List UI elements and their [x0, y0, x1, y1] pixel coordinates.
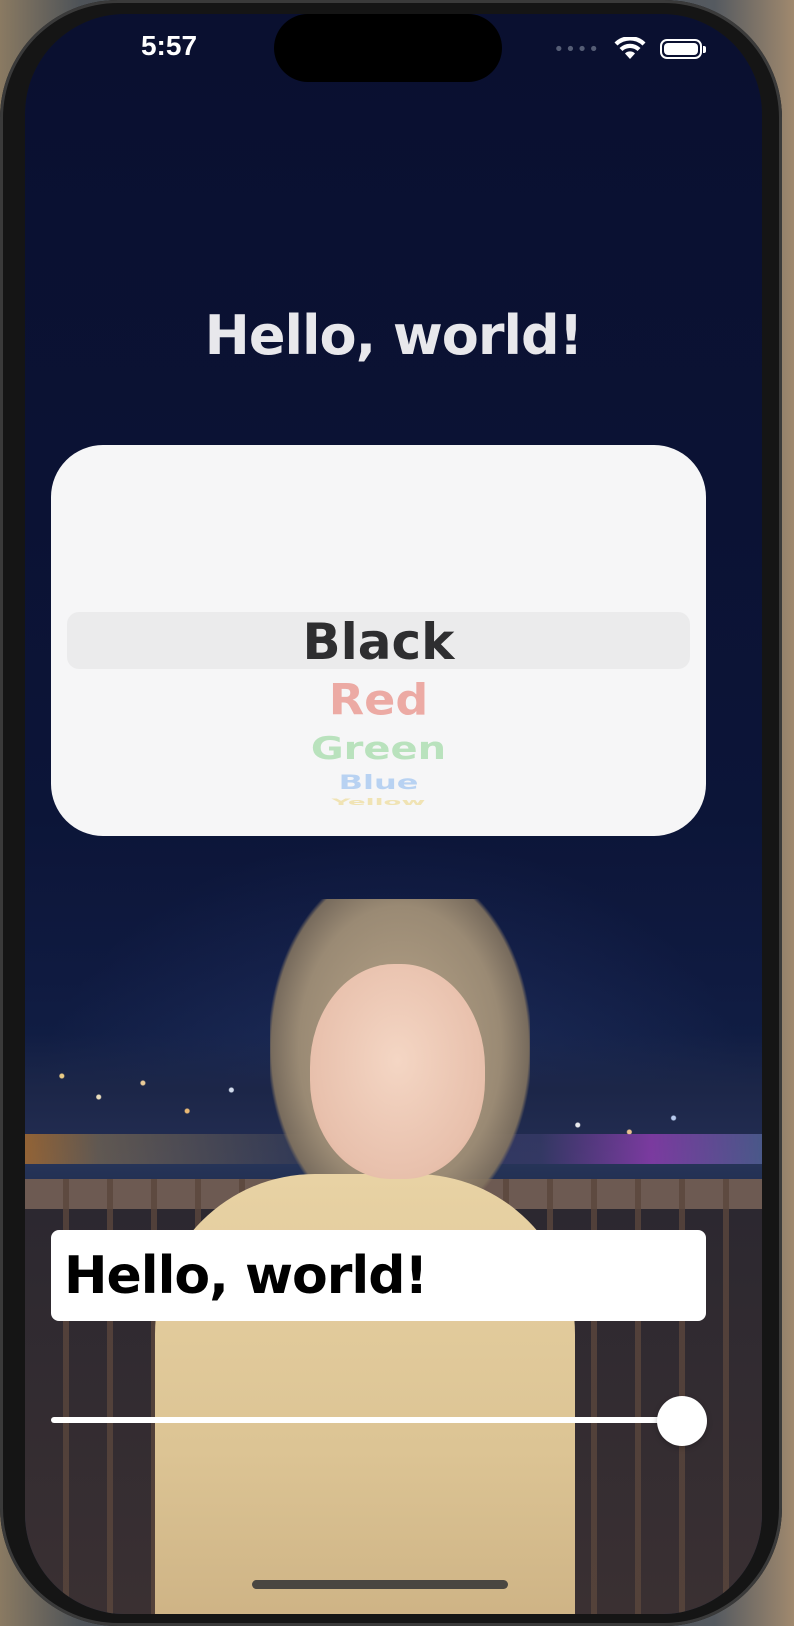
dynamic-island: [274, 14, 502, 82]
phone-frame: 5:57 •••• Hello, world! Black Red Green …: [0, 0, 782, 1626]
picker-option-red[interactable]: Red: [51, 675, 706, 725]
picker-option-black[interactable]: Black: [51, 613, 706, 671]
picker-option-blue[interactable]: Blue: [51, 770, 706, 794]
text-input-field[interactable]: Hello, world!: [51, 1230, 706, 1321]
wifi-icon: [614, 37, 646, 59]
slider-track[interactable]: [51, 1417, 681, 1423]
slider-thumb[interactable]: [657, 1396, 707, 1446]
battery-icon: [660, 39, 706, 59]
home-indicator[interactable]: [252, 1580, 508, 1589]
picker-option-yellow[interactable]: Yellow: [51, 797, 706, 808]
status-time: 5:57: [140, 30, 198, 61]
cellular-signal-icon: ••••: [553, 38, 600, 60]
color-picker-wheel[interactable]: Black Red Green Blue Yellow: [51, 445, 706, 836]
background-photo: [25, 834, 762, 1614]
phone-screen: 5:57 •••• Hello, world! Black Red Green …: [25, 14, 762, 1614]
status-icons: ••••: [553, 36, 706, 62]
picker-option-green[interactable]: Green: [51, 731, 706, 767]
page-title: Hello, world!: [204, 304, 584, 367]
text-input-value: Hello, world!: [64, 1245, 428, 1306]
